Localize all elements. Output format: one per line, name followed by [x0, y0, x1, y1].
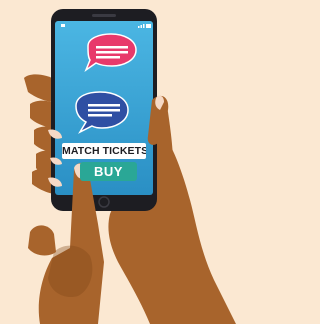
battery-icon	[146, 24, 151, 28]
match-tickets-label: MATCH TICKETS	[62, 143, 146, 159]
speaker-slot	[92, 14, 116, 17]
buy-button[interactable]: BUY	[80, 162, 137, 181]
illustration: MATCH TICKETS BUY	[0, 0, 247, 324]
camera-icon	[61, 24, 65, 27]
